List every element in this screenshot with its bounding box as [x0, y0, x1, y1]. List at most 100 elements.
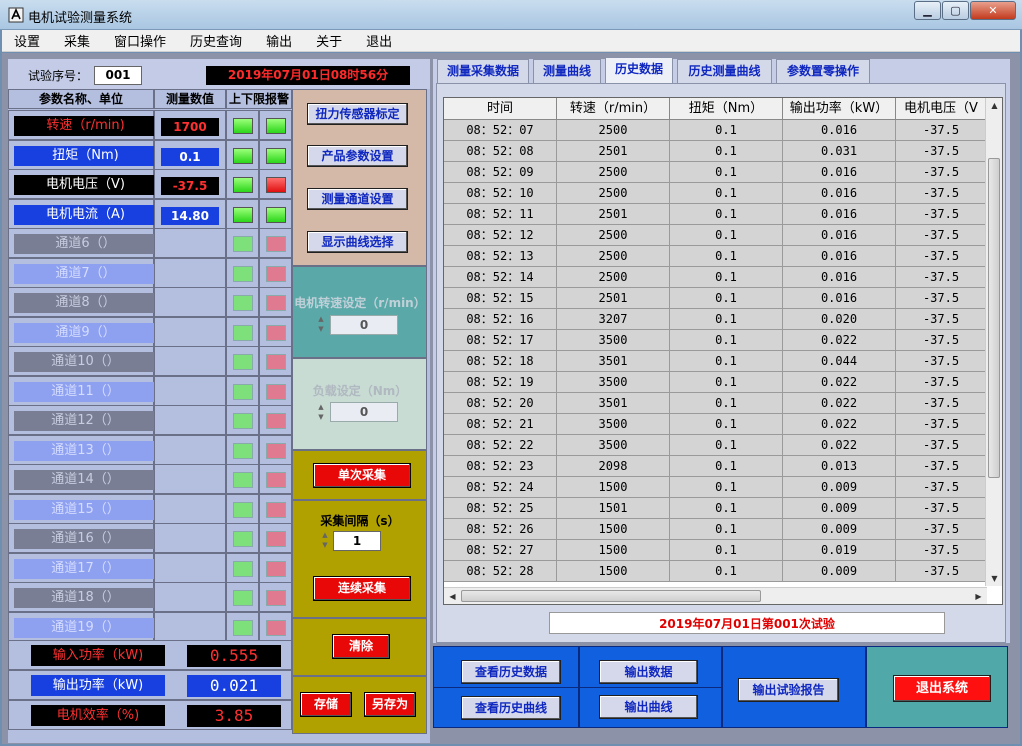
- table-row[interactable]: 08：52：08 2501 0.1 0.031 -37.5: [444, 141, 987, 162]
- column-header[interactable]: 输出功率（kW）: [783, 98, 896, 120]
- table-row[interactable]: 08：52：13 2500 0.1 0.016 -37.5: [444, 246, 987, 267]
- low-alarm-cell: [226, 257, 259, 288]
- speed-spinner[interactable]: ▲ ▼: [316, 314, 326, 334]
- menu-item[interactable]: 关于: [316, 31, 342, 50]
- vertical-scrollbar[interactable]: ▲ ▼: [985, 98, 1002, 586]
- tab-1[interactable]: 测量曲线: [533, 59, 601, 83]
- close-button[interactable]: ✕: [970, 1, 1016, 20]
- menu-item[interactable]: 输出: [266, 31, 292, 50]
- table-row[interactable]: 08：52：09 2500 0.1 0.016 -37.5: [444, 162, 987, 183]
- table-cell: 08：52：16: [444, 309, 557, 330]
- view-history-curve-button[interactable]: 查看历史曲线: [461, 696, 561, 720]
- column-header[interactable]: 电机电压（V: [896, 98, 987, 120]
- export-report-button[interactable]: 输出试验报告: [738, 678, 839, 702]
- trial-status-text: 2019年07月01日第001次试验: [549, 612, 945, 634]
- table-cell: 0.1: [670, 540, 783, 561]
- channel-name: 转速（r/min): [14, 116, 157, 136]
- scroll-down-icon[interactable]: ▼: [987, 571, 1002, 586]
- save-button[interactable]: 存储: [300, 692, 352, 717]
- table-row[interactable]: 08：52：24 1500 0.1 0.009 -37.5: [444, 477, 987, 498]
- vertical-scroll-thumb[interactable]: [988, 158, 1000, 478]
- table-row[interactable]: 08：52：17 3500 0.1 0.022 -37.5: [444, 330, 987, 351]
- tab-2[interactable]: 历史数据: [605, 57, 673, 84]
- table-cell: 1500: [557, 561, 670, 582]
- table-row[interactable]: 08：52：07 2500 0.1 0.016 -37.5: [444, 120, 987, 141]
- tab-0[interactable]: 测量采集数据: [437, 59, 529, 83]
- channel-value-cell: [154, 375, 226, 406]
- table-row[interactable]: 08：52：26 1500 0.1 0.009 -37.5: [444, 519, 987, 540]
- table-row[interactable]: 08：52：27 1500 0.1 0.019 -37.5: [444, 540, 987, 561]
- menu-item[interactable]: 设置: [14, 31, 40, 50]
- table-cell: -37.5: [896, 183, 987, 204]
- channel-setup-button[interactable]: 测量通道设置: [307, 188, 408, 210]
- menu-item[interactable]: 历史查询: [190, 31, 242, 50]
- tab-4[interactable]: 参数置零操作: [776, 59, 870, 83]
- save-as-button[interactable]: 另存为: [364, 692, 416, 717]
- scroll-up-icon[interactable]: ▲: [987, 98, 1002, 113]
- maximize-button[interactable]: ▢: [942, 1, 969, 20]
- table-cell: 3501: [557, 393, 670, 414]
- table-cell: -37.5: [896, 120, 987, 141]
- spin-down-icon: ▼: [322, 541, 328, 549]
- channel-name-cell: 通道18（）: [8, 582, 157, 612]
- channel-name-cell: 通道12（）: [8, 405, 157, 435]
- low-alarm-cell: [226, 464, 259, 494]
- column-header[interactable]: 扭矩（Nm）: [670, 98, 783, 120]
- table-cell: -37.5: [896, 162, 987, 183]
- table-cell: 0.044: [783, 351, 896, 372]
- channel-name-cell: 通道17（）: [8, 552, 157, 583]
- table-row[interactable]: 08：52：12 2500 0.1 0.016 -37.5: [444, 225, 987, 246]
- view-history-data-button[interactable]: 查看历史数据: [461, 660, 561, 684]
- load-spinner[interactable]: ▲ ▼: [316, 402, 326, 422]
- product-params-button[interactable]: 产品参数设置: [307, 145, 408, 167]
- clear-button[interactable]: 清除: [332, 634, 390, 659]
- low-alarm-indicator: [233, 619, 253, 636]
- minimize-button[interactable]: ▁: [914, 1, 941, 20]
- table-row[interactable]: 08：52：19 3500 0.1 0.022 -37.5: [444, 372, 987, 393]
- channel-name: 通道19（）: [14, 617, 157, 638]
- table-row[interactable]: 08：52：14 2500 0.1 0.016 -37.5: [444, 267, 987, 288]
- table-row[interactable]: 08：52：11 2501 0.1 0.016 -37.5: [444, 204, 987, 225]
- table-row[interactable]: 08：52：16 3207 0.1 0.020 -37.5: [444, 309, 987, 330]
- table-row[interactable]: 08：52：22 3500 0.1 0.022 -37.5: [444, 435, 987, 456]
- scroll-right-icon[interactable]: ▶: [971, 589, 986, 604]
- table-row[interactable]: 08：52：25 1501 0.1 0.009 -37.5: [444, 498, 987, 519]
- channel-value: 14.80: [161, 206, 219, 225]
- table-row[interactable]: 08：52：23 2098 0.1 0.013 -37.5: [444, 456, 987, 477]
- table-row[interactable]: 08：52：21 3500 0.1 0.022 -37.5: [444, 414, 987, 435]
- export-curve-button[interactable]: 输出曲线: [599, 695, 698, 719]
- table-row[interactable]: 08：52：20 3501 0.1 0.022 -37.5: [444, 393, 987, 414]
- table-row[interactable]: 08：52：18 3501 0.1 0.044 -37.5: [444, 351, 987, 372]
- table-cell: 08：52：22: [444, 435, 557, 456]
- menu-item[interactable]: 采集: [64, 31, 90, 50]
- sensor-calibration-button[interactable]: 扭力传感器标定: [307, 103, 408, 125]
- interval-spinner[interactable]: ▲ ▼: [320, 530, 330, 550]
- table-row[interactable]: 08：52：10 2500 0.1 0.016 -37.5: [444, 183, 987, 204]
- export-data-button[interactable]: 输出数据: [599, 660, 698, 684]
- interval-input[interactable]: 1: [333, 531, 381, 551]
- tab-3[interactable]: 历史测量曲线: [677, 59, 772, 83]
- table-row[interactable]: 08：52：28 1500 0.1 0.009 -37.5: [444, 561, 987, 582]
- single-acquire-button[interactable]: 单次采集: [313, 463, 411, 488]
- menu-item[interactable]: 退出: [366, 31, 392, 50]
- horizontal-scrollbar[interactable]: ◀ ▶: [444, 587, 987, 604]
- column-header[interactable]: 转速（r/min）: [557, 98, 670, 120]
- table-cell: 0.1: [670, 330, 783, 351]
- table-cell: 0.016: [783, 183, 896, 204]
- menu-item[interactable]: 窗口操作: [114, 31, 166, 50]
- trial-number-field[interactable]: 001: [94, 66, 142, 85]
- table-cell: 3500: [557, 330, 670, 351]
- table-cell: 0.1: [670, 372, 783, 393]
- table-cell: 0.1: [670, 309, 783, 330]
- load-setting-input[interactable]: 0: [330, 402, 398, 422]
- horizontal-scroll-thumb[interactable]: [461, 590, 761, 602]
- continuous-acquire-button[interactable]: 连续采集: [313, 576, 411, 601]
- low-alarm-indicator: [233, 177, 253, 193]
- table-cell: 08：52：10: [444, 183, 557, 204]
- curve-select-button[interactable]: 显示曲线选择: [307, 231, 408, 253]
- column-header[interactable]: 时间: [444, 98, 557, 120]
- exit-system-button[interactable]: 退出系统: [893, 675, 991, 702]
- table-row[interactable]: 08：52：15 2501 0.1 0.016 -37.5: [444, 288, 987, 309]
- scroll-left-icon[interactable]: ◀: [445, 589, 460, 604]
- speed-setting-input[interactable]: 0: [330, 315, 398, 335]
